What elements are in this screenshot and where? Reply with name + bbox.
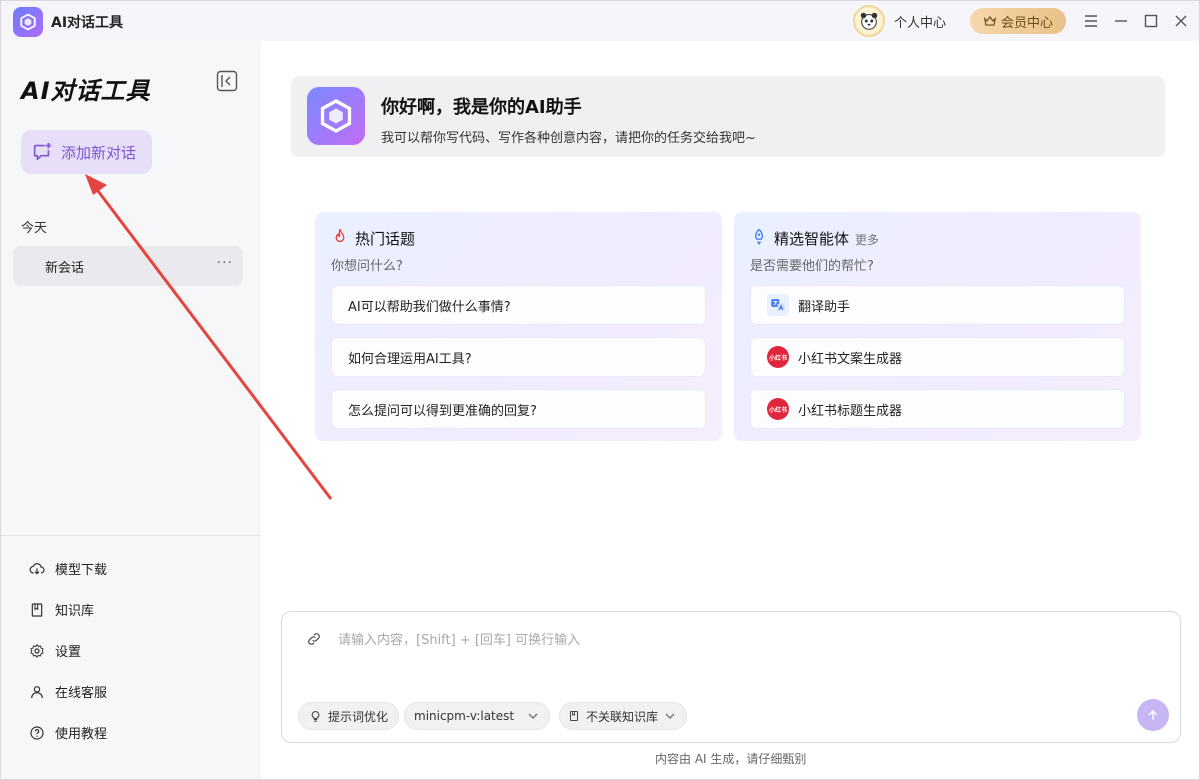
nav-knowledge-base-label: 知识库: [55, 604, 95, 619]
model-select[interactable]: minicpm-v:latest: [404, 702, 550, 730]
hot-topic-item[interactable]: 怎么提问可以得到更准确的回复?: [331, 389, 706, 429]
featured-agents-card: 精选智能体 更多 是否需要他们的帮忙? 翻译助手 小红书 小红书文案生成器 小红书…: [734, 212, 1141, 441]
knowledge-select[interactable]: 不关联知识库: [559, 702, 687, 730]
nav-online-support-label: 在线客服: [55, 686, 108, 701]
agent-item-label: 翻译助手: [798, 299, 851, 315]
gear-icon: [30, 643, 44, 658]
nav-knowledge-base[interactable]: 知识库: [29, 600, 94, 619]
session-more-icon[interactable]: ···: [217, 255, 233, 271]
profile-center-link[interactable]: 个人中心: [894, 12, 946, 31]
maximize-icon[interactable]: [1141, 11, 1161, 31]
hot-topic-item[interactable]: AI可以帮助我们做什么事情?: [331, 285, 706, 325]
agent-item-translate[interactable]: 翻译助手: [750, 285, 1125, 325]
featured-agents-subtitle: 是否需要他们的帮忙?: [750, 259, 874, 274]
help-icon: [30, 725, 44, 740]
crown-icon: [983, 15, 997, 26]
collapse-sidebar-icon[interactable]: [216, 70, 238, 92]
featured-agents-heading: 精选智能体 更多: [774, 228, 879, 249]
menu-icon[interactable]: [1081, 11, 1101, 31]
book-icon: [31, 602, 43, 617]
session-item[interactable]: 新会话 ···: [13, 246, 243, 286]
translate-icon: [767, 294, 789, 316]
welcome-banner: 你好啊，我是你的AI助手 我可以帮你写代码、写作各种创意内容，请把你的任务交给我…: [291, 76, 1165, 157]
sidebar-divider: [1, 535, 261, 536]
bulb-icon: [311, 710, 320, 722]
ai-disclaimer: 内容由 AI 生成，请仔细甄别: [655, 752, 807, 766]
hot-topic-item[interactable]: 如何合理运用AI工具?: [331, 337, 706, 377]
model-select-value: minicpm-v:latest: [414, 709, 515, 723]
close-icon[interactable]: [1171, 11, 1191, 31]
assistant-logo-icon: [307, 87, 365, 145]
nav-model-download[interactable]: 模型下载: [29, 559, 107, 578]
arrow-up-icon: [1148, 709, 1158, 720]
vip-center-label: 会员中心: [1000, 15, 1053, 31]
user-icon: [31, 685, 43, 698]
hot-topics-subtitle: 你想问什么?: [331, 259, 403, 274]
featured-agents-title: 精选智能体: [774, 230, 850, 248]
title-bar: AI对话工具 个人中心 会员中心: [1, 1, 1199, 41]
flame-icon: [335, 228, 345, 243]
chat-composer: 提示词优化 minicpm-v:latest 不关联知识库: [281, 611, 1181, 743]
add-new-chat-label: 添加新对话: [61, 143, 137, 162]
welcome-title: 你好啊，我是你的AI助手: [381, 97, 582, 118]
send-button[interactable]: [1137, 699, 1169, 731]
rocket-icon: [754, 228, 764, 245]
chat-plus-icon: [33, 142, 52, 161]
sidebar: AI对话工具 添加新对话 今天 新会话 ··· 模型下载 知识库 设置 在线客服…: [1, 41, 261, 779]
hot-topics-card: 热门话题 你想问什么? AI可以帮助我们做什么事情? 如何合理运用AI工具? 怎…: [315, 212, 722, 441]
nav-online-support[interactable]: 在线客服: [29, 682, 107, 701]
nav-tutorial-label: 使用教程: [55, 727, 108, 742]
prompt-optimize-button[interactable]: 提示词优化: [298, 702, 400, 730]
agent-item-xhs-title[interactable]: 小红书 小红书标题生成器: [750, 389, 1125, 429]
window-title: AI对话工具: [51, 15, 124, 31]
agent-item-label: 小红书标题生成器: [798, 403, 903, 419]
agent-item-label: 小红书文案生成器: [798, 351, 903, 367]
document-icon: [570, 711, 578, 721]
add-new-chat-button[interactable]: 添加新对话: [21, 130, 152, 174]
section-today: 今天: [21, 221, 48, 236]
app-logo-icon: [13, 7, 43, 37]
nav-settings-label: 设置: [55, 645, 82, 660]
session-label: 新会话: [45, 260, 85, 276]
chat-input[interactable]: [338, 630, 1118, 650]
sidebar-brand: AI对话工具: [21, 77, 151, 105]
cloud-download-icon: [29, 562, 45, 575]
nav-tutorial[interactable]: 使用教程: [29, 723, 107, 742]
nav-settings[interactable]: 设置: [29, 641, 81, 660]
prompt-optimize-label: 提示词优化: [328, 709, 389, 724]
xiaohongshu-icon: 小红书: [767, 346, 789, 368]
agents-more-link[interactable]: 更多: [855, 233, 879, 247]
avatar[interactable]: [853, 5, 885, 37]
agent-item-xhs-copy[interactable]: 小红书 小红书文案生成器: [750, 337, 1125, 377]
hot-topics-title: 热门话题: [355, 230, 416, 248]
attach-link-icon[interactable]: [306, 631, 322, 647]
xiaohongshu-icon: 小红书: [767, 398, 789, 420]
knowledge-select-value: 不关联知识库: [586, 709, 659, 724]
chevron-down-icon: [528, 713, 538, 719]
minimize-icon[interactable]: [1111, 11, 1131, 31]
vip-center-button[interactable]: 会员中心: [970, 8, 1066, 34]
chevron-down-icon: [665, 713, 675, 719]
welcome-subtitle: 我可以帮你写代码、写作各种创意内容，请把你的任务交给我吧~: [381, 131, 756, 146]
nav-model-download-label: 模型下载: [55, 563, 108, 578]
